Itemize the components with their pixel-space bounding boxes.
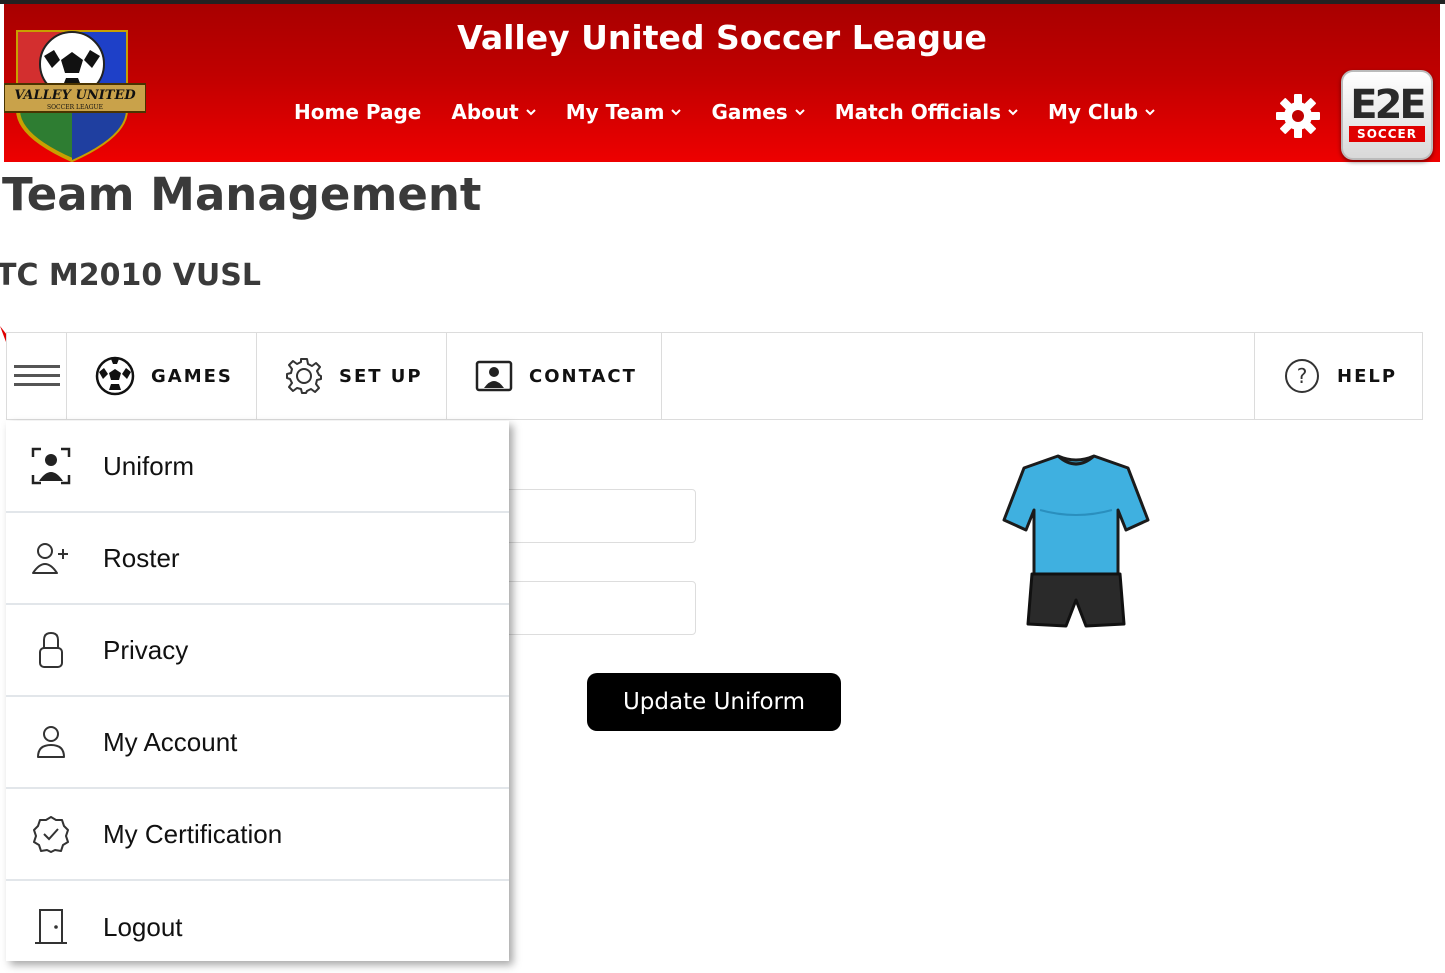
page-title: Team Management (2, 168, 482, 221)
tab-set-up-label: SET UP (339, 365, 423, 387)
chevron-down-icon (525, 109, 536, 116)
uniform-shorts-color-field[interactable] (500, 581, 696, 635)
menu-item-my-certification[interactable]: My Certification (6, 789, 509, 881)
chevron-down-icon (1145, 109, 1155, 116)
soccer-ball-icon (95, 356, 135, 396)
tab-contact-label: CONTACT (529, 365, 637, 387)
update-uniform-button[interactable]: Update Uniform (587, 673, 841, 731)
tab-contact[interactable]: CONTACT (447, 333, 662, 419)
team-menu-dropdown: Uniform Roster Privacy My Account My Cer… (6, 421, 509, 961)
nav-home-page[interactable]: Home Page (294, 100, 421, 124)
team-name: TC M2010 VUSL (0, 258, 262, 293)
tab-games[interactable]: GAMES (67, 333, 257, 419)
menu-item-label: Roster (103, 542, 180, 573)
tab-games-label: GAMES (151, 365, 233, 387)
portrait-icon (31, 446, 71, 486)
uniform-shirt-color-field[interactable] (500, 489, 696, 543)
menu-item-uniform[interactable]: Uniform (6, 421, 509, 513)
menu-item-logout[interactable]: Logout (6, 881, 509, 973)
tab-help-label: HELP (1337, 365, 1398, 387)
certification-badge-icon (31, 814, 71, 854)
menu-item-roster[interactable]: Roster (6, 513, 509, 605)
menu-item-label: Privacy (103, 634, 189, 665)
logo-subtext: SOCCER LEAGUE (47, 104, 103, 111)
e2e-soccer-badge[interactable]: E2E SOCCER (1341, 70, 1433, 160)
gear-icon (286, 358, 322, 394)
menu-toggle-button[interactable] (7, 333, 67, 419)
nav-label: About (451, 100, 519, 124)
lock-icon (31, 630, 71, 670)
nav-label: My Team (565, 100, 665, 124)
nav-label: Games (711, 100, 788, 124)
menu-item-label: My Account (103, 726, 238, 757)
svg-text:?: ? (1297, 364, 1308, 388)
nav-my-team[interactable]: My Team (566, 100, 682, 124)
chevron-down-icon (1008, 109, 1018, 116)
nav-about[interactable]: About (451, 100, 536, 124)
menu-item-label: My Certification (103, 818, 283, 849)
door-icon (31, 907, 71, 947)
nav-my-club[interactable]: My Club (1048, 100, 1155, 124)
league-logo[interactable]: VALLEY UNITED SOCCER LEAGUE (4, 26, 146, 162)
question-icon: ? (1285, 359, 1319, 393)
nav-games[interactable]: Games (711, 100, 805, 124)
nav-label: My Club (1048, 100, 1139, 124)
nav-match-officials[interactable]: Match Officials (835, 100, 1018, 124)
menu-item-label: Logout (103, 911, 183, 942)
team-toolbar: GAMES SET UP CONTACT ? HELP (6, 332, 1423, 420)
nav-label: Match Officials (834, 100, 1002, 124)
uniform-preview-image (1002, 454, 1150, 628)
main-nav: Home Page About My Team Games Match Offi… (294, 100, 1185, 124)
contact-card-icon (475, 360, 513, 392)
settings-gear-icon[interactable] (1275, 93, 1321, 139)
tab-help[interactable]: ? HELP (1254, 333, 1424, 419)
chevron-down-icon (671, 109, 682, 116)
hamburger-icon (13, 365, 60, 386)
add-user-icon (31, 538, 71, 578)
chevron-down-icon (795, 109, 805, 116)
nav-label: Home Page (294, 100, 422, 124)
site-header: Valley United Soccer League VALLEY UNITE… (4, 4, 1440, 162)
tab-set-up[interactable]: SET UP (257, 333, 447, 419)
user-icon (31, 722, 71, 762)
badge-top-text: E2E (1350, 82, 1426, 128)
menu-item-label: Uniform (103, 450, 195, 481)
menu-item-my-account[interactable]: My Account (6, 697, 509, 789)
site-title: Valley United Soccer League (457, 18, 987, 57)
menu-item-privacy[interactable]: Privacy (6, 605, 509, 697)
logo-text: VALLEY UNITED (14, 88, 136, 103)
badge-bottom-text: SOCCER (1349, 126, 1425, 142)
